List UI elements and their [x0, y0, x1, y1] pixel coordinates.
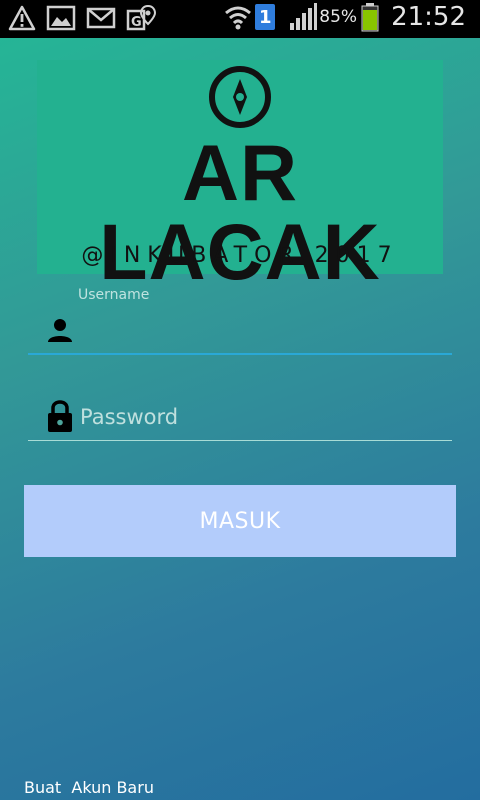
login-button[interactable]: MASUK: [24, 485, 456, 557]
app-logo: AR LACAK @INKUBATOR 2017: [37, 60, 443, 291]
maps-notification-icon: G: [126, 4, 156, 31]
clock: 21:52: [391, 2, 466, 32]
sim-number: 1: [259, 6, 272, 28]
logo-subtitle: @INKUBATOR 2017: [81, 243, 399, 268]
create-account-link[interactable]: Buat Akun Baru: [24, 778, 154, 797]
wifi-icon: [225, 6, 252, 30]
compass-icon: [209, 66, 271, 128]
username-label: Username: [78, 287, 150, 303]
person-icon: [48, 319, 72, 342]
svg-text:G: G: [131, 15, 142, 30]
username-field[interactable]: [28, 311, 452, 355]
signal-icon: [290, 3, 318, 30]
system-status: 1 85% 21:52: [223, 2, 466, 32]
password-field[interactable]: [28, 396, 452, 441]
login-button-label: MASUK: [199, 508, 281, 534]
notification-icons: G: [8, 4, 156, 32]
battery-percent: 85%: [319, 7, 358, 27]
password-input[interactable]: [78, 396, 442, 438]
mail-icon: [86, 7, 116, 29]
lock-icon: [48, 400, 72, 432]
username-input[interactable]: [78, 311, 442, 353]
status-bar: G 1 85% 21:52: [0, 0, 480, 38]
gallery-icon: [46, 5, 76, 31]
login-screen: AR LACAK @INKUBATOR 2017 Username MASUK …: [0, 38, 480, 800]
battery-icon: [361, 3, 379, 32]
warning-icon: [8, 5, 36, 31]
sim-icon: 1: [255, 4, 276, 30]
